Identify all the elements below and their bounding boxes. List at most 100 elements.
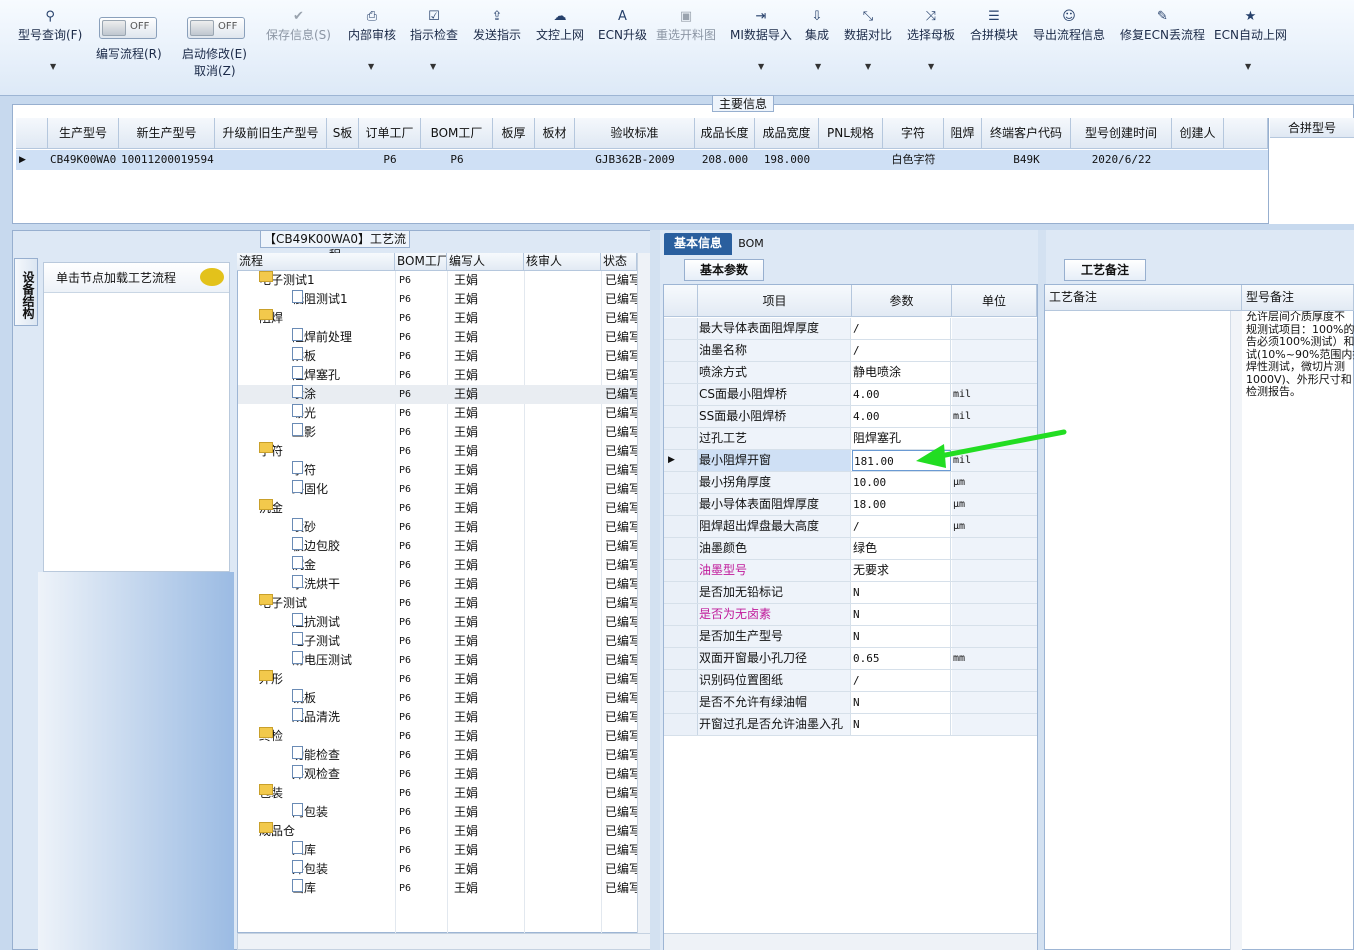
export-flow-button[interactable]: ☺ 导出流程信息 [1033,8,1105,43]
flow-tree-row[interactable]: 显影 P6 王娟 已编写 [238,423,650,442]
cancel-label[interactable]: 取消(Z) [194,62,236,79]
main-col-header[interactable]: 升级前旧生产型号 [215,118,327,149]
model-query-dropdown-arrow[interactable]: ▼ [50,62,56,71]
start-edit-toggle[interactable]: OFF [187,17,245,39]
param-value[interactable]: N [852,604,951,625]
ecn-auto-dropdown-arrow[interactable]: ▼ [1245,62,1251,71]
flow-tree-row[interactable]: -电子测试 P6 王娟 已编写 [238,594,650,613]
main-cell[interactable]: 198.000 [757,150,817,170]
param-row[interactable]: 阻焊超出焊盘最大高度 / μm [664,516,1037,538]
data-compare-dropdown-arrow[interactable]: ▼ [865,62,871,71]
flow-tree-row[interactable]: 内包装 P6 王娟 已编写 [238,803,650,822]
param-value[interactable]: N [852,582,951,603]
main-cell[interactable] [495,150,533,170]
main-cell[interactable]: 10011200019594 [121,150,214,170]
params-col-unit[interactable]: 单位 [952,285,1037,317]
param-value[interactable]: 无要求 [852,560,951,581]
main-col-header[interactable]: BOM工厂 [421,118,493,149]
main-col-header[interactable]: 板厚 [493,118,535,149]
param-value[interactable]: N [852,626,951,647]
main-col-header[interactable]: 创建人 [1172,118,1224,149]
mi-import-dropdown-arrow[interactable]: ▼ [758,62,764,71]
flow-tree-row[interactable]: 外包装 P6 王娟 已编写 [238,860,650,879]
main-col-header[interactable]: 板材 [535,118,575,149]
param-value[interactable]: 0.65 [852,648,951,669]
repair-ecn-button[interactable]: ✎ 修复ECN丢流程 [1120,8,1205,43]
flow-tree-row[interactable]: 阻焊前处理 P6 王娟 已编写 [238,328,650,347]
flow-col-header[interactable]: 状态 [601,253,637,271]
params-col-item[interactable]: 项目 [698,285,852,317]
tab-process-notes[interactable]: 工艺备注 [1064,259,1146,281]
ecn-upgrade-button[interactable]: A ECN升级 [598,8,647,43]
main-cell[interactable] [821,150,881,170]
main-col-header[interactable]: 新生产型号 [119,118,215,149]
param-value[interactable]: N [852,714,951,735]
main-col-header[interactable]: 字符 [883,118,944,149]
internal-review-button[interactable]: ⎙ 内部审核 [348,8,396,43]
ecn-auto-button[interactable]: ★ ECN自动上网 [1214,8,1287,43]
flow-tree-row[interactable]: 耐电压测试 P6 王娟 已编写 [238,651,650,670]
doc-upload-button[interactable]: ☁ 文控上网 [536,8,584,43]
flow-tree-row[interactable]: 烘板 P6 王娟 已编写 [238,347,650,366]
data-compare-button[interactable]: ⤡ 数据对比 [844,8,892,43]
main-col-header[interactable]: 型号创建时间 [1071,118,1172,149]
edit-flow-toggle[interactable]: OFF [99,17,157,39]
flow-tree-row[interactable]: 阻焊塞孔 P6 王娟 已编写 [238,366,650,385]
param-row[interactable]: CS面最小阻焊桥 4.00 mil [664,384,1037,406]
flow-tree-row[interactable]: -成品仓 P6 王娟 已编写 [238,822,650,841]
param-value[interactable]: / [852,670,951,691]
flow-tree-row[interactable]: -字符 P6 王娟 已编写 [238,442,650,461]
internal-review-dropdown-arrow[interactable]: ▼ [368,62,374,71]
param-value[interactable]: N [852,692,951,713]
flow-col-header[interactable]: 核审人 [524,253,601,271]
instruction-check-button[interactable]: ☑ 指示检查 [410,8,458,43]
merge-module-button[interactable]: ☰ 合拼模块 [970,8,1018,43]
param-value[interactable]: 静电喷涂 [852,362,951,383]
flow-tree-row[interactable]: -沉金 P6 王娟 已编写 [238,499,650,518]
select-mother-dropdown-arrow[interactable]: ▼ [928,62,934,71]
param-value[interactable]: / [852,318,951,339]
main-cell[interactable] [329,150,357,170]
main-col-header[interactable]: 订单工厂 [359,118,421,149]
flow-tree-row[interactable]: -终检 P6 王娟 已编写 [238,727,650,746]
flow-tree-row[interactable]: -阻焊 P6 王娟 已编写 [238,309,650,328]
main-cell[interactable]: GJB362B-2009 [577,150,693,170]
reselect-panel-button[interactable]: ▣ 重选开料图 [656,8,716,43]
param-row[interactable]: 油墨名称 / [664,340,1037,362]
flow-tree-row[interactable]: 沉金 P6 王娟 已编写 [238,556,650,575]
main-col-header[interactable]: 成品长度 [695,118,755,149]
param-row[interactable]: 是否不允许有绿油帽 N [664,692,1037,714]
tab-bom[interactable]: BOM [736,235,766,253]
save-button[interactable]: ✔ 保存信息(S) [266,8,331,43]
main-cell[interactable]: P6 [423,150,491,170]
param-row[interactable]: 最大导体表面阻焊厚度 / [664,318,1037,340]
flow-tree-row[interactable]: 电子测试 P6 王娟 已编写 [238,632,650,651]
flow-col-header[interactable]: 流程 [237,253,395,271]
flow-tree-row[interactable]: 板边包胶 P6 王娟 已编写 [238,537,650,556]
send-instruction-button[interactable]: ⇪ 发送指示 [473,8,521,43]
flow-tree-row[interactable]: 外观检查 P6 王娟 已编写 [238,765,650,784]
model-note-text[interactable]: 允许层间介质厚度不 规测试项目：100%的 告必须100%测试）和 试(10%~90%… [1246,311,1354,401]
param-row[interactable]: 最小导体表面阻焊厚度 18.00 μm [664,494,1037,516]
param-row[interactable]: 最小拐角厚度 10.00 μm [664,472,1037,494]
flow-tree-row[interactable]: -外形 P6 王娟 已编写 [238,670,650,689]
flow-col-header[interactable]: 编写人 [447,253,524,271]
main-cell[interactable]: 白色字符 [885,150,942,170]
main-col-header[interactable]: S板 [327,118,359,149]
tab-equipment-structure[interactable]: 设备结构 [14,258,38,326]
main-cell[interactable]: B49K [984,150,1069,170]
param-value[interactable]: 18.00 [852,494,951,515]
params-horizontal-scrollbar[interactable] [664,933,1037,950]
flow-tree-row[interactable]: 喷涂 P6 王娟 已编写 [238,385,650,404]
main-col-header[interactable]: 验收标准 [575,118,695,149]
flow-tree-row[interactable]: 喷砂 P6 王娟 已编写 [238,518,650,537]
main-col-header[interactable]: 阻焊 [944,118,982,149]
flow-horizontal-scrollbar[interactable] [237,933,651,950]
flow-tree-row[interactable]: 低阻测试1 P6 王娟 已编写 [238,290,650,309]
main-cell[interactable]: 2020/6/22 [1073,150,1170,170]
param-value[interactable]: / [852,340,951,361]
flow-tree-row[interactable]: 成品清洗 P6 王娟 已编写 [238,708,650,727]
main-cell[interactable]: 208.000 [697,150,753,170]
param-row[interactable]: 喷涂方式 静电喷涂 [664,362,1037,384]
main-cell[interactable]: CB49K00WA0 [50,150,117,170]
